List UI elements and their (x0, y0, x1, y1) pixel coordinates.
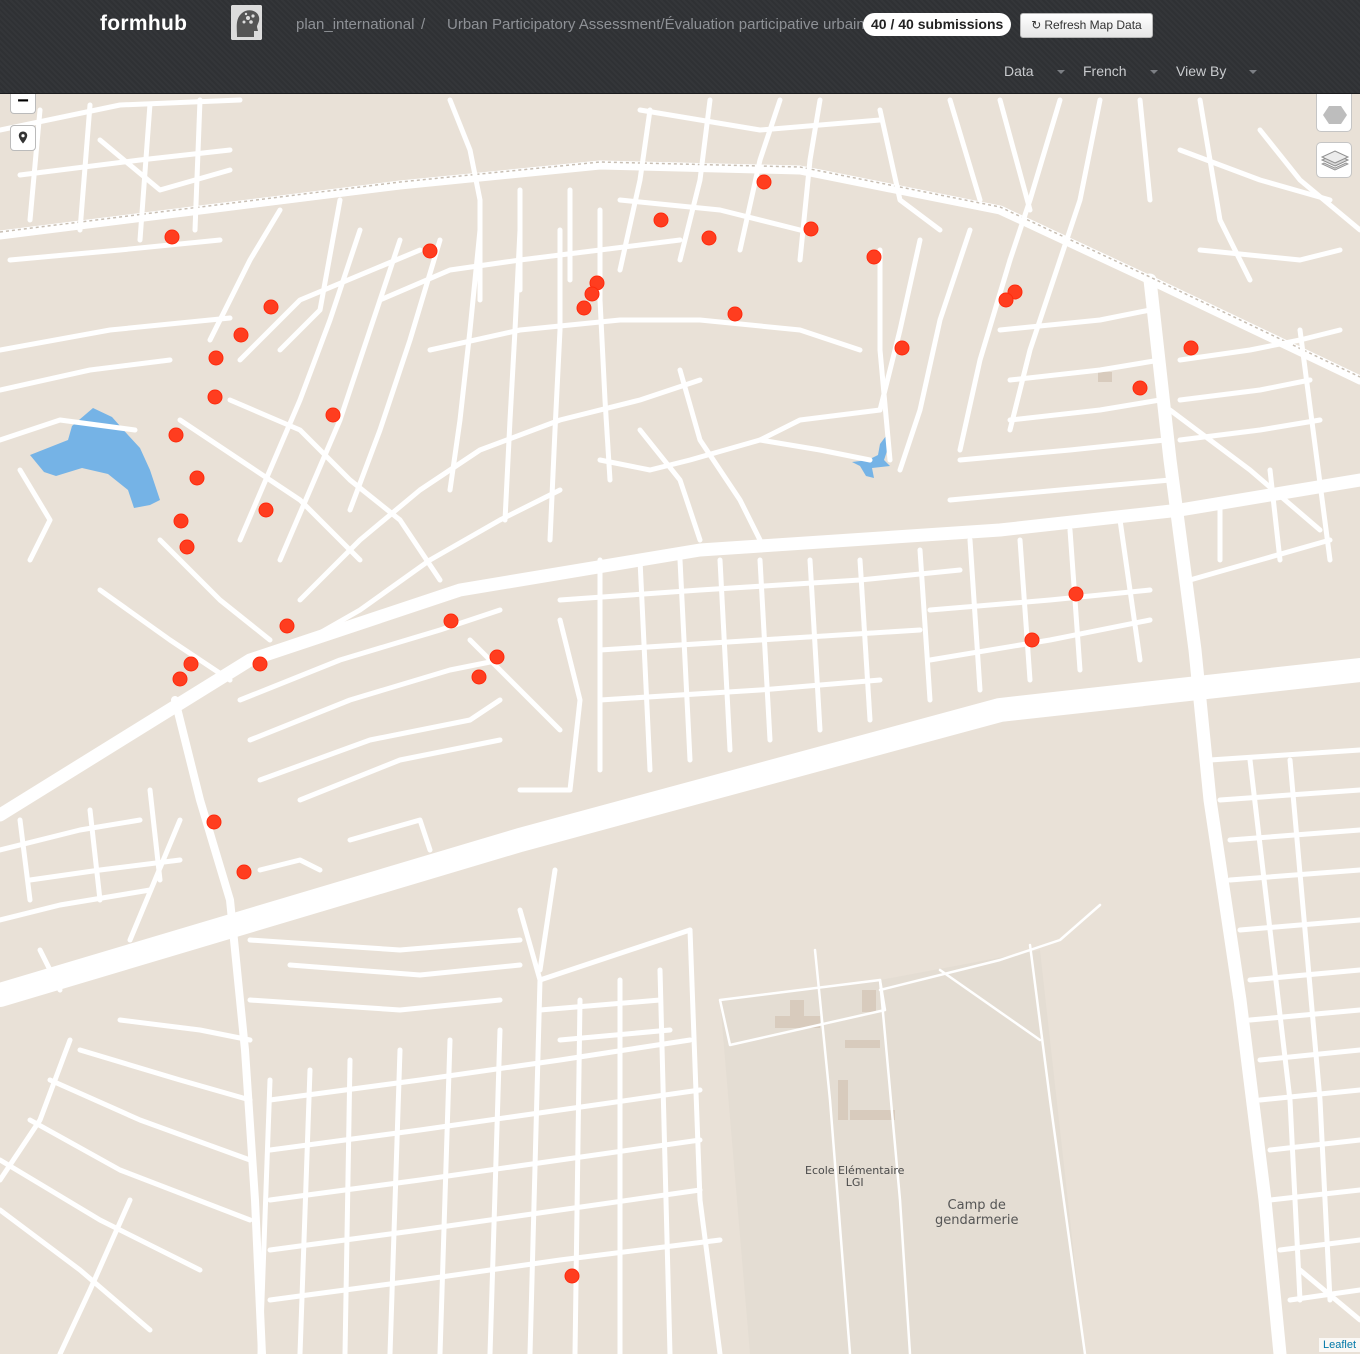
breadcrumb-organization[interactable]: plan_international (296, 16, 414, 33)
submission-marker[interactable] (206, 814, 222, 830)
breadcrumb-form-title[interactable]: Urban Participatory Assessment/Évaluatio… (447, 16, 873, 33)
submission-marker[interactable] (803, 221, 819, 237)
camp-place-label: Camp de gendarmerie (935, 1198, 1018, 1228)
submission-marker[interactable] (1132, 380, 1148, 396)
map-pin-icon (18, 131, 28, 144)
brand-logo[interactable]: formhub (100, 12, 187, 36)
submission-marker[interactable] (168, 427, 184, 443)
view-by-menu-label: View By (1176, 63, 1227, 79)
submission-marker[interactable] (189, 470, 205, 486)
hexbin-toggle-button[interactable] (1316, 94, 1352, 132)
submission-marker[interactable] (443, 613, 459, 629)
submission-marker[interactable] (258, 502, 274, 518)
submission-marker[interactable] (207, 389, 223, 405)
submission-marker[interactable] (1068, 586, 1084, 602)
chevron-down-icon (1149, 70, 1158, 75)
submissions-count-badge: 40 / 40 submissions (863, 13, 1012, 36)
submission-marker[interactable] (233, 327, 249, 343)
submission-marker[interactable] (179, 539, 195, 555)
submission-marker[interactable] (756, 174, 772, 190)
submission-marker[interactable] (422, 243, 438, 259)
submission-marker[interactable] (252, 656, 268, 672)
submission-marker[interactable] (471, 669, 487, 685)
organization-avatar[interactable] (231, 5, 262, 40)
submission-marker[interactable] (263, 299, 279, 315)
submission-marker[interactable] (489, 649, 505, 665)
submission-marker[interactable] (727, 306, 743, 322)
data-menu-dropdown[interactable]: Data (1004, 63, 1065, 79)
submission-marker[interactable] (894, 340, 910, 356)
submission-marker[interactable] (236, 864, 252, 880)
chevron-down-icon (1056, 70, 1065, 75)
locate-button[interactable] (10, 125, 36, 151)
submission-marker[interactable] (584, 286, 600, 302)
school-label-line2: LGI (845, 1176, 864, 1189)
submission-marker[interactable] (576, 300, 592, 316)
submissions-map[interactable]: Ecole Elémentaire LGI Camp de gendarmeri… (0, 94, 1360, 1354)
map-tiles[interactable] (0, 94, 1360, 1354)
hexagon-icon (1323, 106, 1347, 124)
layers-icon (1320, 150, 1350, 171)
submission-marker[interactable] (1024, 632, 1040, 648)
data-menu-label: Data (1004, 63, 1034, 79)
submission-marker[interactable] (653, 212, 669, 228)
top-navbar: formhub plan_international / Urban Parti… (0, 0, 1360, 94)
leaflet-attribution-link[interactable]: Leaflet (1318, 1338, 1360, 1352)
layers-control-button[interactable] (1316, 142, 1352, 178)
submission-marker[interactable] (325, 407, 341, 423)
breadcrumb-separator: / (421, 16, 426, 33)
language-menu-label: French (1083, 63, 1127, 79)
school-place-label: Ecole Elémentaire LGI (805, 1165, 904, 1189)
submission-marker[interactable] (173, 513, 189, 529)
refresh-icon: ↻ (1031, 18, 1042, 32)
refresh-map-data-button[interactable]: ↻ Refresh Map Data (1020, 13, 1153, 38)
submission-marker[interactable] (279, 618, 295, 634)
refresh-button-label: Refresh Map Data (1044, 18, 1142, 32)
submission-marker[interactable] (564, 1268, 580, 1284)
submission-marker[interactable] (1183, 340, 1199, 356)
submission-marker[interactable] (866, 249, 882, 265)
language-menu-dropdown[interactable]: French (1083, 63, 1158, 79)
submission-marker[interactable] (208, 350, 224, 366)
submission-marker[interactable] (183, 656, 199, 672)
view-by-menu-dropdown[interactable]: View By (1176, 63, 1258, 79)
chevron-down-icon (1249, 70, 1258, 75)
submission-marker[interactable] (164, 229, 180, 245)
submission-marker[interactable] (998, 292, 1014, 308)
zoom-out-button[interactable]: − (10, 91, 36, 114)
submission-marker[interactable] (172, 671, 188, 687)
submission-marker[interactable] (701, 230, 717, 246)
camp-label-line2: gendarmerie (935, 1213, 1019, 1228)
camp-label-line1: Camp de (947, 1198, 1006, 1213)
